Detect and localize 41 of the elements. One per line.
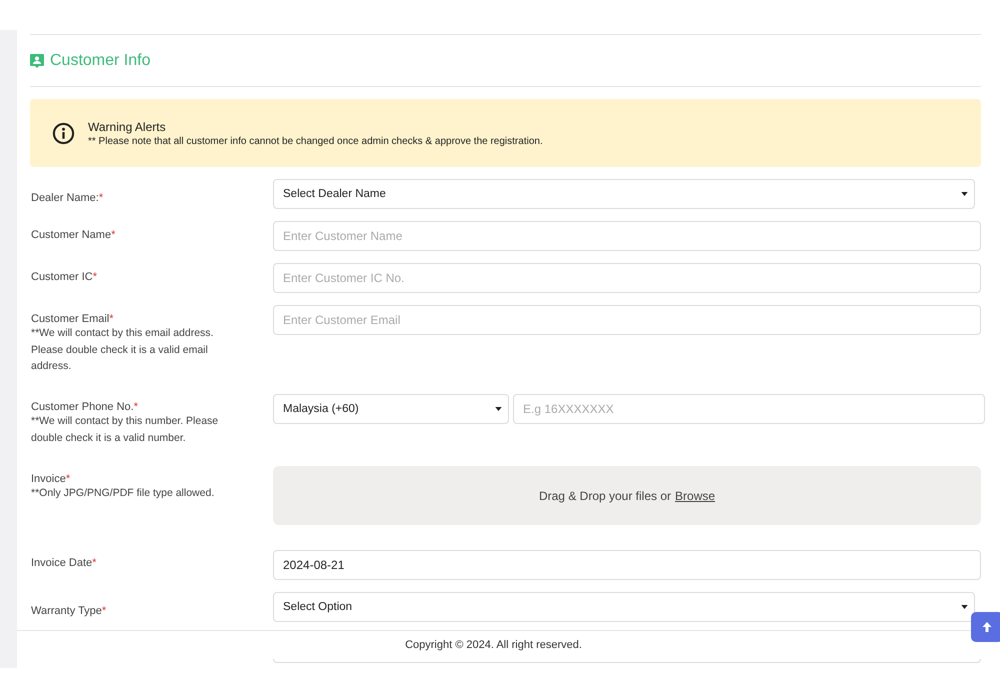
select-dropdown[interactable]: Select Dealer Name (273, 179, 975, 209)
input-field[interactable]: Enter Customer Email (273, 305, 981, 335)
required-mark: * (66, 473, 70, 485)
field-label: Customer IC (31, 271, 93, 283)
phone-field[interactable]: E.g 16XXXXXXX (513, 394, 985, 424)
caret-icon (961, 605, 968, 609)
required-mark: * (134, 401, 138, 413)
up-arrow-icon (981, 621, 993, 633)
alert-title: Warning Alerts (88, 120, 167, 134)
date-field[interactable]: 2024-08-21 (273, 550, 981, 580)
field-label: Invoice (31, 473, 66, 485)
scroll-top-button[interactable] (971, 612, 1000, 642)
select-dropdown[interactable]: Select Option (273, 592, 975, 622)
caret-icon (961, 192, 968, 196)
input-field[interactable]: Enter Customer IC No. (273, 263, 981, 293)
field-label: Invoice Date (31, 557, 92, 569)
section-title: Customer Info (50, 52, 150, 70)
country-dropdown[interactable]: Malaysia (+60) (273, 394, 509, 424)
input-field[interactable]: Enter Customer Name (273, 221, 981, 251)
field-hint: **We will contact by this email address. Please double check it is a valid email address. (31, 326, 214, 374)
copyright-text: Copyright © 2024. All right reserved. (405, 639, 582, 651)
caret-icon (495, 407, 502, 411)
field-label: Warranty Type (31, 604, 102, 616)
browse-link[interactable]: Browse (675, 488, 716, 502)
required-mark: * (111, 229, 116, 241)
info-icon (52, 122, 75, 144)
field-hint: **We will contact by this number. Please double check it is a valid number. (31, 414, 220, 446)
drop-text: Drag & Drop your files or (538, 488, 672, 502)
field-label: Customer Email (31, 313, 110, 325)
required-mark: * (92, 557, 96, 569)
file-drop-zone[interactable]: Drag & Drop your files or Browse (273, 466, 981, 525)
field-label: Customer Phone No. (31, 401, 134, 413)
alert-message: ** Please note that all customer info cannot be changed once admin checks & approve the registration. (88, 136, 543, 146)
field-hint: **Only JPG/PNG/PDF file type allowed. (31, 486, 216, 501)
required-mark: * (102, 604, 106, 616)
required-mark: * (92, 271, 98, 283)
contact-icon (30, 54, 44, 68)
required-mark: * (109, 313, 114, 325)
field-label: Dealer Name: (31, 192, 99, 204)
required-mark: * (98, 192, 104, 204)
field-label: Customer Name (31, 229, 112, 241)
